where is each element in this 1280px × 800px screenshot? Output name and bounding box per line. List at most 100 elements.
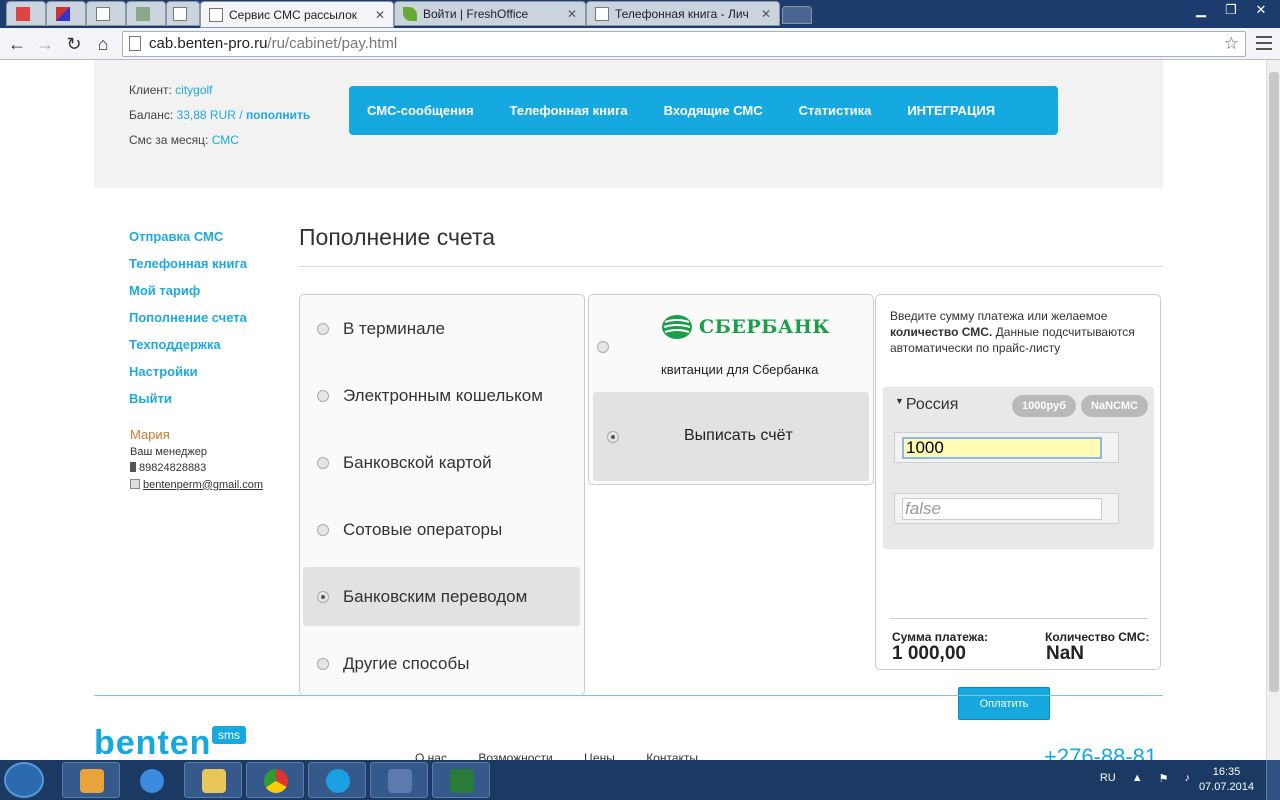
restore-icon[interactable]: ❐ bbox=[1216, 0, 1246, 20]
tab-freshoffice[interactable]: Войти | FreshOffice ✕ bbox=[394, 1, 586, 26]
radio-button-checked[interactable] bbox=[607, 431, 619, 443]
tab-extension[interactable] bbox=[126, 1, 166, 26]
star-icon[interactable]: ☆ bbox=[1224, 32, 1239, 56]
nav-incoming-sms[interactable]: Входящие СМС bbox=[664, 103, 763, 118]
topup-link[interactable]: пополнить bbox=[246, 108, 310, 122]
sidebar-item-phonebook[interactable]: Телефонная книга bbox=[129, 250, 247, 277]
radio-button[interactable] bbox=[317, 657, 329, 670]
calendar-icon bbox=[80, 769, 104, 793]
radio-button[interactable] bbox=[597, 341, 609, 353]
close-window-icon[interactable]: ✕ bbox=[1246, 0, 1276, 20]
tray-flag-icon[interactable]: ⚑ bbox=[1159, 772, 1169, 785]
taskbar-app-ie[interactable] bbox=[122, 762, 180, 798]
windows-start-icon[interactable] bbox=[4, 762, 44, 798]
sidebar-item-tariff[interactable]: Мой тариф bbox=[129, 277, 247, 304]
payment-methods-panel: В терминале Электронным кошельком Банков… bbox=[299, 294, 585, 696]
logo-text: benten bbox=[94, 724, 212, 760]
client-info: Клиент: citygolf Баланс: 33,88 RUR / поп… bbox=[129, 78, 310, 153]
sum-value: 1 000,00 bbox=[892, 643, 966, 664]
page-scrollbar[interactable] bbox=[1266, 60, 1280, 760]
nav-integration[interactable]: ИНТЕГРАЦИЯ bbox=[907, 103, 995, 118]
clock[interactable]: 16:35 07.07.2014 bbox=[1199, 765, 1254, 795]
radio-button[interactable] bbox=[317, 389, 329, 402]
taskbar-app-calendar[interactable] bbox=[62, 762, 120, 798]
method-bank-card[interactable]: Банковской картой bbox=[303, 433, 580, 492]
amount-input[interactable] bbox=[902, 437, 1102, 459]
reload-icon[interactable]: ↻ bbox=[62, 32, 86, 56]
sidebar-item-send-sms[interactable]: Отправка СМС bbox=[129, 223, 247, 250]
sms-count-input[interactable] bbox=[902, 498, 1102, 520]
bank-transfer-options: СБЕРБАНК квитанции для Сбербанка Выписат… bbox=[588, 294, 874, 485]
back-arrow-icon[interactable]: ← bbox=[5, 32, 29, 56]
url-path: /ru/cabinet/pay.html bbox=[267, 35, 398, 52]
scrollbar-thumb[interactable] bbox=[1269, 72, 1279, 692]
tab-phonebook[interactable]: Телефонная книга - Лич ✕ bbox=[586, 1, 780, 26]
desc-part-1: Введите сумму платежа или желаемое bbox=[890, 309, 1108, 323]
taskbar-app-explorer[interactable] bbox=[184, 762, 242, 798]
balance-row: Баланс: 33,88 RUR / пополнить bbox=[129, 103, 310, 128]
nav-statistics[interactable]: Статистика bbox=[799, 103, 872, 118]
minimize-icon[interactable]: ▁ bbox=[1186, 0, 1216, 20]
show-desktop-button[interactable] bbox=[1266, 760, 1280, 800]
window-controls: ▁ ❐ ✕ bbox=[1186, 0, 1276, 20]
main-nav: СМС-сообщения Телефонная книга Входящие … bbox=[349, 86, 1058, 135]
sidebar-item-logout[interactable]: Выйти bbox=[129, 385, 247, 412]
footer-divider bbox=[94, 695, 1163, 696]
web-page: Клиент: citygolf Баланс: 33,88 RUR / поп… bbox=[0, 60, 1266, 760]
forward-arrow-icon[interactable]: → bbox=[33, 32, 57, 56]
close-icon[interactable]: ✕ bbox=[755, 7, 771, 21]
amount-field-wrap bbox=[894, 432, 1119, 463]
radio-button-checked[interactable] bbox=[317, 590, 329, 603]
client-label: Клиент: bbox=[129, 83, 172, 97]
method-ewallet[interactable]: Электронным кошельком bbox=[303, 366, 580, 425]
balance-label: Баланс: bbox=[129, 108, 174, 122]
radio-button[interactable] bbox=[317, 322, 329, 335]
tab-page[interactable] bbox=[86, 1, 126, 26]
manager-phone: 89824828883 bbox=[139, 462, 207, 474]
taskbar-app-chrome[interactable] bbox=[246, 762, 304, 798]
home-icon[interactable]: ⌂ bbox=[91, 32, 115, 56]
taskbar-app-excel[interactable] bbox=[432, 762, 490, 798]
tab-page-2[interactable] bbox=[166, 1, 200, 26]
tab-gmail[interactable] bbox=[6, 1, 46, 26]
radio-button[interactable] bbox=[317, 456, 329, 469]
method-terminal[interactable]: В терминале bbox=[303, 299, 580, 358]
manager-email[interactable]: bentenperm@gmail.com bbox=[143, 479, 263, 491]
footer-link-features[interactable]: Возможности bbox=[478, 751, 552, 760]
nav-phonebook[interactable]: Телефонная книга bbox=[510, 103, 628, 118]
price-badge: 1000руб bbox=[1012, 395, 1076, 417]
tab-app[interactable] bbox=[46, 1, 86, 26]
method-other[interactable]: Другие способы bbox=[303, 634, 580, 693]
tray-volume-icon[interactable]: ♪ bbox=[1185, 772, 1191, 785]
region-toggle[interactable]: ▼ Россия bbox=[895, 396, 958, 414]
close-icon[interactable]: ✕ bbox=[561, 7, 577, 21]
footer-link-prices[interactable]: Цены bbox=[584, 751, 615, 760]
sidebar-item-settings[interactable]: Настройки bbox=[129, 358, 247, 385]
nav-sms-messages[interactable]: СМС-сообщения bbox=[367, 103, 474, 118]
sberbank-emblem-icon bbox=[662, 315, 692, 339]
option-sberbank[interactable]: СБЕРБАНК квитанции для Сбербанка bbox=[589, 295, 873, 391]
close-icon[interactable]: ✕ bbox=[369, 8, 385, 22]
footer-link-contacts[interactable]: Контакты bbox=[646, 751, 698, 760]
language-indicator[interactable]: RU bbox=[1100, 772, 1116, 785]
address-bar[interactable]: cab.benten-pro.ru/ru/cabinet/pay.html ☆ bbox=[122, 31, 1246, 57]
sidebar-item-topup[interactable]: Пополнение счета bbox=[129, 304, 247, 331]
method-label: Сотовые операторы bbox=[343, 519, 503, 539]
method-bank-transfer[interactable]: Банковским переводом bbox=[303, 567, 580, 626]
new-tab-button[interactable] bbox=[782, 6, 812, 24]
tray-arrow-icon[interactable]: ▲ bbox=[1132, 772, 1143, 785]
pay-button[interactable]: Оплатить bbox=[958, 687, 1050, 720]
option-invoice[interactable]: Выписать счёт bbox=[593, 392, 869, 481]
client-link[interactable]: citygolf bbox=[175, 83, 212, 97]
taskbar-app-skype[interactable] bbox=[308, 762, 366, 798]
menu-icon[interactable] bbox=[1256, 32, 1272, 54]
radio-button[interactable] bbox=[317, 523, 329, 536]
footer-link-about[interactable]: О нас bbox=[415, 751, 447, 760]
tab-label: Сервис СМС рассылок bbox=[229, 7, 357, 22]
taskbar-app-remote[interactable] bbox=[370, 762, 428, 798]
tab-sms-service[interactable]: Сервис СМС рассылок ✕ bbox=[200, 1, 394, 28]
balance-value: 33,88 RUR bbox=[176, 108, 236, 122]
method-mobile-operators[interactable]: Сотовые операторы bbox=[303, 500, 580, 559]
footer-logo[interactable]: benten sms bbox=[94, 724, 246, 760]
sidebar-item-support[interactable]: Техподдержка bbox=[129, 331, 247, 358]
